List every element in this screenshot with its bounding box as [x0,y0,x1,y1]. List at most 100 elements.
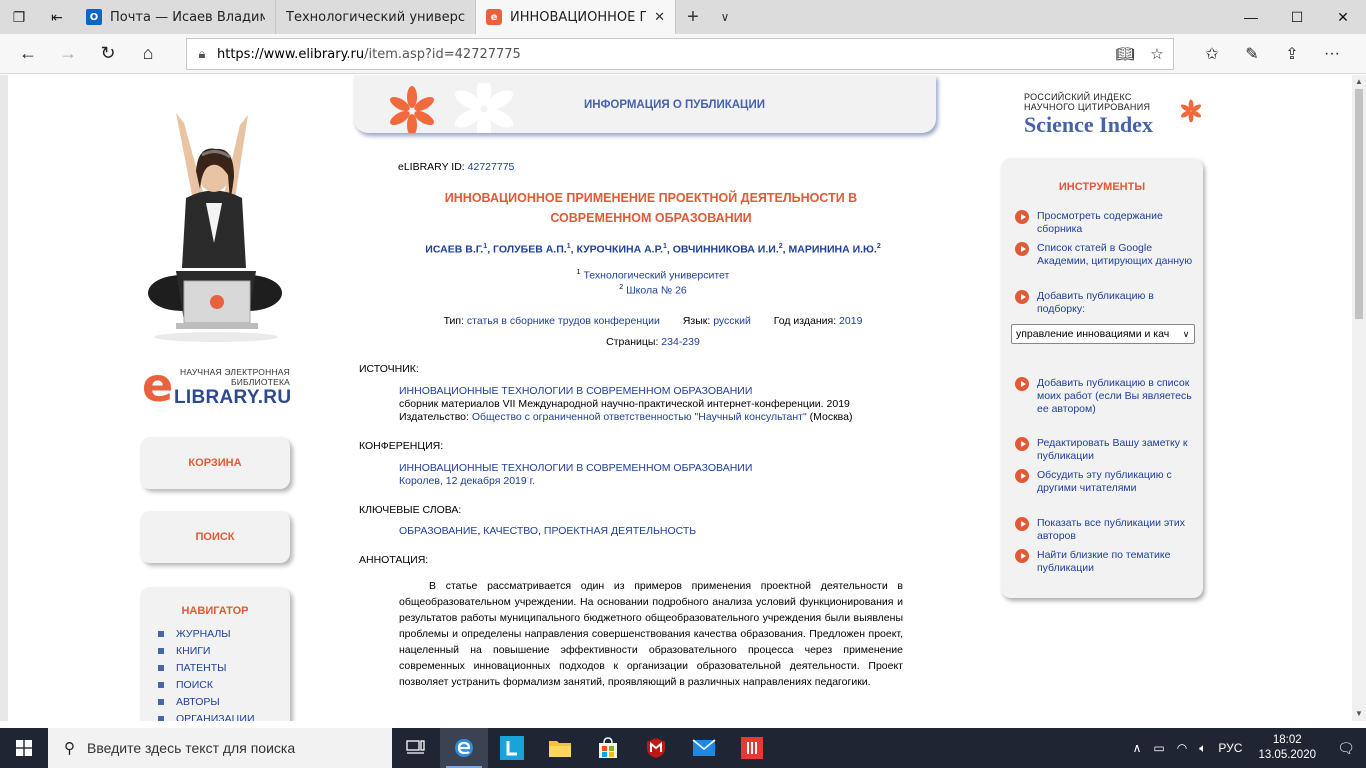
type-link[interactable]: статья в сборнике трудов конференции [467,315,660,327]
page-scrollbar[interactable]: ▲ ▼ [1352,75,1366,721]
author-link[interactable]: КУРОЧКИНА А.Р. [576,244,663,256]
windows-start-icon[interactable] [0,728,48,768]
affiliation-1[interactable]: 1 Технологический университет [358,269,948,282]
publication-header-title: ИНФОРМАЦИЯ О ПУБЛИКАЦИИ [584,99,765,111]
chevron-up-icon[interactable]: ∧ [1127,741,1148,755]
conference-link[interactable]: ИННОВАЦИОННЫЕ ТЕХНОЛОГИИ В СОВРЕМЕННОМ О… [399,462,752,474]
tab-actions-icon[interactable]: ❐ [0,0,38,34]
elibrary-favicon-icon: e [486,9,502,25]
mail-icon[interactable] [680,728,728,768]
file-explorer-icon[interactable] [536,728,584,768]
keyword-link[interactable]: КАЧЕСТВО [483,525,538,537]
source-link[interactable]: ИННОВАЦИОННЫЕ ТЕХНОЛОГИИ В СОВРЕМЕННОМ О… [399,385,752,397]
publisher-link[interactable]: Общество с ограниченной ответственностью… [472,411,807,423]
notifications-icon[interactable]: 🗨︎ [1326,728,1366,768]
tab-bar: ❐ ⇤ O Почта — Исаев Владимир Технологиче… [0,0,1366,34]
tool-author-publications[interactable]: Показать все публикации этих авторов [1015,517,1201,543]
authors-list: ИСАЕВ В.Г.1, ГОЛУБЕВ А.П.1, КУРОЧКИНА А.… [425,243,881,256]
mcafee-icon[interactable] [632,728,680,768]
close-window-icon[interactable]: ✕ [1320,0,1366,34]
nav-item-organizations[interactable]: ОРГАНИЗАЦИИ [158,710,290,721]
scroll-down-icon[interactable]: ▼ [1352,707,1366,721]
pages-info: Страницы: 234-239 [606,336,700,348]
nav-item-journals[interactable]: ЖУРНАЛЫ [158,625,290,642]
left-edge [0,75,8,721]
back-icon[interactable]: ← [8,34,48,74]
set-aside-tabs-icon[interactable]: ⇤ [38,0,76,34]
elibrary-id: eLIBRARY ID: 42727775 [398,161,515,173]
scroll-up-icon[interactable]: ▲ [1352,75,1366,89]
home-icon[interactable]: ⌂ [128,34,168,74]
nav-item-books[interactable]: КНИГИ [158,642,290,659]
abstract-label: АННОТАЦИЯ: [359,554,429,566]
tool-add-to-my-works[interactable]: Добавить публикацию в список моих работ … [1015,377,1201,416]
forward-icon[interactable]: → [48,34,88,74]
red-app-icon[interactable] [728,728,776,768]
search-button[interactable]: ПОИСК [140,511,290,563]
keyword-link[interactable]: ПРОЕКТНАЯ ДЕЯТЕЛЬНОСТЬ [544,525,696,537]
keyword-link[interactable]: ОБРАЗОВАНИЕ [399,525,477,537]
address-toolbar: ← → ↻ ⌂ 🔒︎ https://www.elibrary.ru/item.… [0,34,1366,74]
tab-title: Технологический универс [286,9,465,25]
elibrary-logo[interactable]: e НАУЧНАЯ ЭЛЕКТРОННАЯ БИБЛИОТЕКА LIBRARY.… [142,362,292,411]
edge-icon[interactable] [440,728,488,768]
nav-item-patents[interactable]: ПАТЕНТЫ [158,659,290,676]
new-tab-icon[interactable]: + [676,0,710,34]
close-tab-icon[interactable]: ✕ [654,10,665,25]
tab-university[interactable]: Технологический универс [276,0,476,34]
search-icon: ⚲ [64,740,75,757]
affiliation-2[interactable]: 2 Школа № 26 [358,284,948,297]
tools-title: ИНСТРУМЕНТЫ [1058,181,1146,193]
url-host: https://www.elibrary.ru [217,46,365,62]
scroll-thumb[interactable] [1355,89,1363,319]
more-icon[interactable]: ··· [1312,34,1352,74]
tool-view-contents[interactable]: Просмотреть содержание сборника [1015,210,1201,236]
wifi-icon[interactable]: ◠ [1171,741,1193,755]
address-bar[interactable]: 🔒︎ https://www.elibrary.ru/item.asp?id=4… [186,38,1174,70]
minimize-icon[interactable]: — [1228,0,1274,34]
tab-mail[interactable]: O Почта — Исаев Владимир [76,0,276,34]
nav-item-search[interactable]: ПОИСК [158,676,290,693]
clock[interactable]: 18:02 13.05.2020 [1248,733,1326,763]
navigator-title: НАВИГАТОР [181,605,249,617]
share-icon[interactable]: ⇪ [1272,34,1312,74]
taskbar-search[interactable]: ⚲ Введите здесь текст для поиска [48,728,392,768]
maximize-icon[interactable]: ☐ [1274,0,1320,34]
conference-block: ИННОВАЦИОННЫЕ ТЕХНОЛОГИИ В СОВРЕМЕННОМ О… [399,462,752,488]
language-indicator[interactable]: РУС [1212,741,1248,755]
tool-edit-note[interactable]: Редактировать Вашу заметку к публикации [1015,437,1201,463]
tool-add-to-collection[interactable]: Добавить публикацию в подборку: [1015,290,1201,316]
author-link[interactable]: ИСАЕВ В.Г. [425,244,483,256]
chevron-down-icon[interactable]: ∨ [710,0,740,34]
conference-place: Королев, 12 декабря 2019 г. [399,475,536,487]
lingvo-app-icon[interactable] [488,728,536,768]
favorite-star-icon[interactable]: ☆ [1141,45,1173,63]
science-index-logo[interactable]: РОССИЙСКИЙ ИНДЕКС НАУЧНОГО ЦИТИРОВАНИЯ S… [1024,92,1224,142]
tool-discuss[interactable]: Обсудить эту публикацию с другими читате… [1015,469,1201,495]
url-text[interactable]: https://www.elibrary.ru/item.asp?id=4272… [217,47,1109,62]
basket-button[interactable]: КОРЗИНА [140,437,290,489]
windows-taskbar: ⚲ Введите здесь текст для поиска ∧ ▭ ◠ 🔈… [0,728,1366,768]
reading-view-icon[interactable]: 📖︎ [1109,45,1141,63]
tab-elibrary[interactable]: e ИННОВАЦИОННОЕ ПР ✕ [476,0,676,34]
play-icon [1015,242,1029,256]
battery-icon[interactable]: ▭ [1147,741,1170,755]
task-view-icon[interactable] [392,728,440,768]
author-link[interactable]: МАРИНИНА И.Ю. [789,244,877,256]
lock-icon: 🔒︎ [198,46,206,61]
author-link[interactable]: ГОЛУБЕВ А.П. [493,244,567,256]
bullet-icon [158,681,164,688]
volume-icon[interactable]: 🔈︎ [1193,741,1212,756]
collection-select[interactable]: управление инновациями и кач ∨ [1011,324,1195,344]
tool-google-scholar[interactable]: Список статей в Google Академии, цитирую… [1015,242,1201,268]
nav-item-authors[interactable]: АВТОРЫ [158,693,290,710]
play-icon [1015,437,1029,451]
tool-similar-publications[interactable]: Найти близкие по тематике публикации [1015,549,1201,575]
author-link[interactable]: ОВЧИННИКОВА И.И. [673,244,779,256]
refresh-icon[interactable]: ↻ [88,34,128,74]
favorites-list-icon[interactable]: ✩ [1192,34,1232,74]
abstract-text: В статье рассматривается один из примеро… [399,580,903,688]
pen-icon[interactable]: ✎ [1232,34,1272,74]
store-icon[interactable] [584,728,632,768]
chevron-down-icon: ∨ [1182,328,1190,339]
